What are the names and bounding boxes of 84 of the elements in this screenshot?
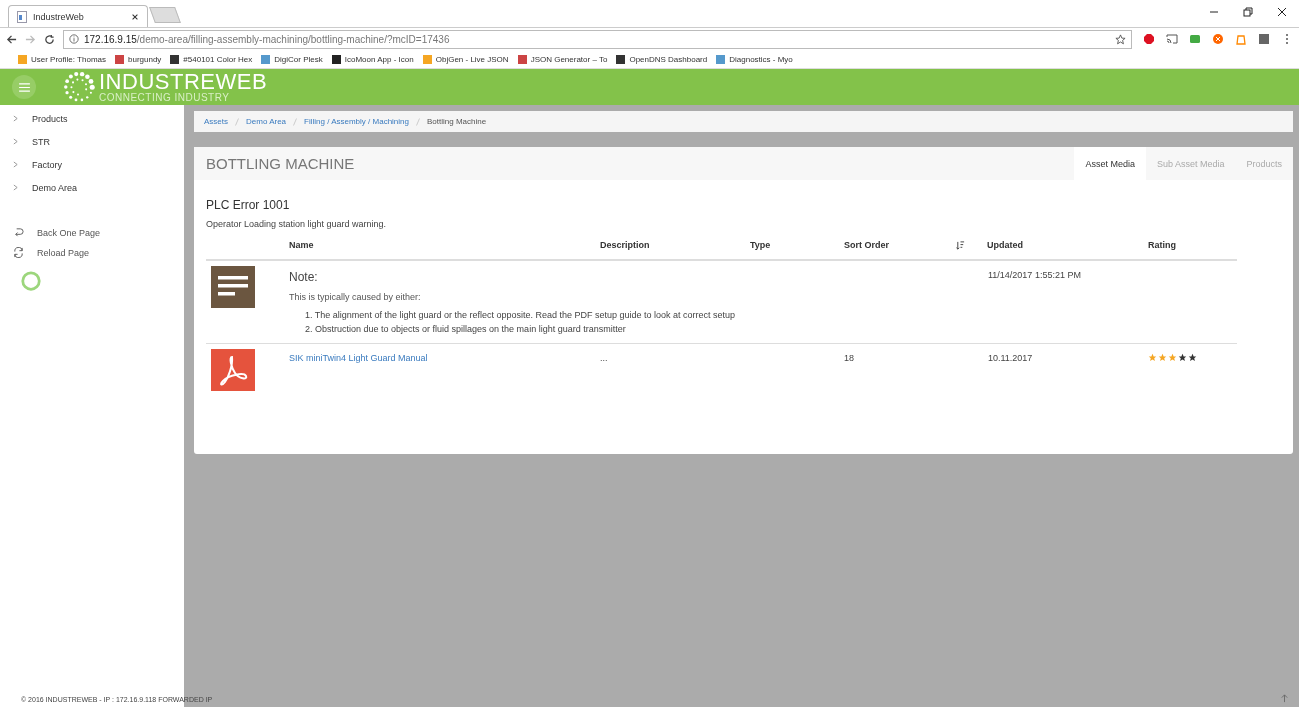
menu-icon	[18, 82, 30, 92]
note-title: Note:	[289, 270, 319, 284]
sidebar-item[interactable]: Products	[0, 107, 184, 130]
column-header: Sort Order	[844, 240, 889, 250]
star-icon	[1168, 353, 1177, 362]
back-icon	[13, 227, 24, 238]
extension-icon[interactable]	[1212, 33, 1224, 45]
bookmark[interactable]: burgundy	[115, 54, 162, 64]
star-icon	[1158, 353, 1167, 362]
separator-icon	[293, 117, 298, 126]
loading-ring-icon	[20, 270, 42, 292]
back-arrow-icon[interactable]	[6, 33, 17, 45]
table-cell-text: 11/14/2017 1:55:21 PM	[988, 269, 1082, 282]
error-description: Operator Loading station light guard warning.	[206, 219, 388, 229]
bookmark[interactable]: DigiCor Plesk	[261, 54, 323, 64]
logo-text: INDUSTREWEB	[99, 71, 268, 93]
note-step: 2. Obstruction due to objects or fluid spillages on the main light guard transmitter	[305, 324, 988, 334]
bookmark-icon	[331, 54, 341, 64]
chevron-icon	[13, 138, 18, 145]
note-text: This is typically caused by either:	[289, 292, 422, 302]
address-bar[interactable]: 172.16.9.15/demo-area/filling-assembly-machining/bottling-machine/?mcID=17436	[63, 29, 1132, 49]
column-header: Updated	[987, 240, 1023, 250]
table-cell-text: 18	[844, 352, 855, 365]
bookmark[interactable]: OpenDNS Dashboard	[616, 54, 708, 64]
panel-title: BOTTLING MACHINE	[206, 155, 355, 172]
tagline: CONNECTING INDUSTRY	[99, 93, 231, 103]
cast-icon[interactable]	[1166, 33, 1178, 45]
note-step: 1. The alignment of the light guard or the reflect opposite. Read the PDF setup guide to look at correct setup	[305, 310, 988, 320]
info-icon	[69, 34, 79, 44]
bookmark-icon	[170, 54, 180, 64]
bookmark[interactable]: IcoMoon App - Icon	[331, 54, 414, 64]
sidebar-link[interactable]: Back One Page	[0, 227, 184, 238]
tab[interactable]: Asset Media	[1074, 147, 1146, 180]
column-header: Name	[289, 240, 314, 250]
bookmark[interactable]: JSON Generator – To	[517, 54, 608, 64]
bookmark-icon	[261, 54, 271, 64]
bookmark-icon	[18, 54, 27, 64]
chevron-icon	[13, 184, 18, 191]
bookmark-icon	[716, 54, 726, 64]
bookmark[interactable]: #540101 Color Hex	[170, 54, 253, 64]
bookmark-icon	[422, 54, 432, 64]
page-icon	[17, 10, 27, 23]
column-header: Description	[600, 240, 650, 250]
column-header: Type	[750, 240, 771, 250]
column-header: Rating	[1148, 240, 1176, 250]
star-icon	[1148, 353, 1157, 362]
bookmark[interactable]: Diagnostics - Myo	[716, 54, 793, 64]
bookmark-icon	[616, 54, 626, 64]
sidebar-item[interactable]: STR	[0, 130, 184, 153]
sort-icon[interactable]	[956, 240, 965, 250]
breadcrumb-current: Bottling Machine	[427, 117, 487, 126]
browser-tab[interactable]: IndustreWeb	[8, 5, 148, 27]
star-icon	[1178, 353, 1187, 362]
extension-icon[interactable]	[1258, 33, 1270, 45]
bookmark-icon	[517, 54, 527, 64]
chevron-icon	[13, 161, 18, 168]
reload-icon	[13, 247, 24, 258]
reload-icon[interactable]	[44, 33, 55, 45]
extension-icon[interactable]	[1189, 33, 1201, 45]
table-cell-text: ...	[600, 352, 609, 365]
restore-icon[interactable]	[1243, 7, 1253, 17]
breadcrumb-link[interactable]: Filling / Assembly / Machining	[304, 117, 409, 126]
sidebar-item[interactable]: Factory	[0, 153, 184, 176]
sidebar-item[interactable]: Demo Area	[0, 176, 184, 199]
star-icon[interactable]	[1115, 33, 1126, 45]
star-rating[interactable]	[1148, 353, 1197, 362]
table-cell-text: 10.11.2017	[988, 352, 1034, 365]
logo-icon	[62, 70, 96, 104]
stop-sign-icon[interactable]	[1143, 33, 1155, 45]
document-icon	[211, 266, 255, 308]
bookmark[interactable]: ObjGen - Live JSON	[422, 54, 509, 64]
chevron-icon	[13, 115, 18, 122]
bookmark-icon	[115, 54, 124, 64]
bookmark[interactable]: User Profile: Thomas	[18, 54, 106, 64]
file-link[interactable]: SIK miniTwin4 Light Guard Manual	[289, 353, 428, 363]
star-icon	[1188, 353, 1197, 362]
close-icon[interactable]	[131, 12, 139, 21]
breadcrumb-link[interactable]: Assets	[204, 117, 228, 126]
tab-title: IndustreWeb	[33, 11, 85, 22]
sidebar-link[interactable]: Reload Page	[0, 247, 184, 258]
breadcrumb-link[interactable]: Demo Area	[246, 117, 287, 126]
error-title: PLC Error 1001	[206, 198, 291, 212]
pdf-icon	[211, 349, 255, 391]
close-icon[interactable]	[1277, 7, 1287, 17]
